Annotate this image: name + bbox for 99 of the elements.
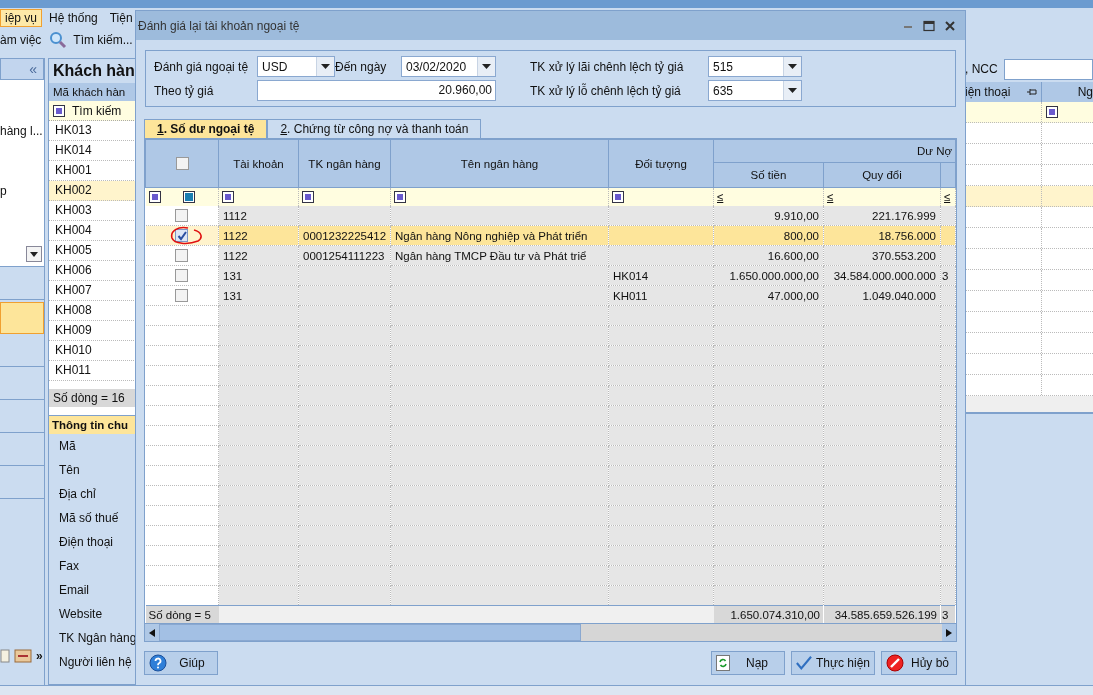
field-label: , NCC — [965, 62, 998, 76]
section-title: Thông tin chu — [49, 416, 136, 434]
field-label: TK xử lý lỗ chênh lệch tỷ giá — [530, 83, 682, 98]
column-group-header: Dư Nợ — [713, 139, 956, 163]
column-header[interactable]: Tài khoản — [218, 139, 299, 188]
search-toolbar-button[interactable]: Tìm kiếm... — [49, 31, 133, 49]
page-icon — [0, 649, 10, 663]
refresh-icon — [716, 655, 730, 671]
caret-icon — [321, 64, 330, 69]
card-icon — [14, 649, 32, 663]
field-label: TK xử lý lãi chênh lệch tỷ giá — [530, 59, 685, 74]
field-label: Tên — [58, 462, 81, 479]
field-label: Mã số thuế — [58, 510, 120, 527]
window-title: Đánh giá lại tài khoản ngoại tệ — [138, 18, 301, 33]
column-header[interactable]: Ng — [1042, 82, 1093, 102]
help-icon — [149, 654, 167, 672]
search-icon — [49, 31, 68, 49]
filter-icon[interactable] — [182, 191, 195, 203]
total-cell: 1.650.074.310,00 — [713, 605, 824, 623]
column-header[interactable]: TK ngân hàng — [298, 139, 391, 188]
table-cell: 221.176.999 — [823, 206, 941, 226]
table-cell: KH011 — [608, 285, 714, 306]
checkmark-icon — [796, 655, 812, 671]
maximize-icon[interactable] — [923, 19, 935, 32]
column-header[interactable]: Đối tượng — [608, 139, 714, 188]
filter-icon[interactable] — [53, 104, 65, 117]
row-checkbox[interactable] — [175, 289, 189, 303]
table-cell: HK014 — [608, 265, 714, 286]
column-header[interactable]: Số tiền — [713, 162, 824, 188]
table-cell: 9.910,00 — [713, 206, 824, 226]
total-cell: 34.585.659.526.199 — [823, 605, 941, 623]
filter-icon[interactable] — [148, 191, 161, 203]
filter-icon[interactable] — [1046, 106, 1058, 118]
table-cell: 34.584.000.000.000 — [823, 265, 941, 286]
horizontal-scrollbar[interactable] — [145, 623, 956, 641]
table-cell: 18.756.000 — [823, 225, 941, 246]
column-header[interactable]: Tên ngân hàng — [390, 139, 609, 188]
panel-title: Khách hàn — [49, 59, 136, 83]
field-label: Đến ngày — [335, 59, 388, 74]
caret-icon — [30, 251, 38, 257]
field-label: Mã — [58, 438, 77, 455]
field-label: Người liên hệ — [58, 654, 133, 671]
rate-input[interactable]: 20.960,00 — [257, 80, 496, 101]
table-cell: 1112 — [218, 206, 299, 226]
currency-dropdown[interactable]: USD — [257, 56, 335, 77]
help-button[interactable]: Giúp — [144, 651, 218, 675]
row-checkbox[interactable] — [175, 229, 189, 243]
tab[interactable]: 1. Số dư ngoại tệ — [144, 119, 268, 138]
list-item[interactable]: p — [0, 184, 7, 198]
account-dropdown[interactable]: 515 — [708, 56, 802, 77]
scroll-right-icon[interactable] — [946, 628, 952, 637]
row-count: Số dòng = 16 — [49, 389, 136, 407]
menu-item[interactable]: iệp vụ — [0, 9, 43, 27]
tab[interactable]: 2. Chứng từ công nợ và thanh toán — [267, 119, 482, 138]
filter-operator[interactable]: ≤ — [717, 191, 724, 203]
field-label: Email — [58, 582, 90, 599]
caret-icon — [482, 64, 491, 69]
select-all-checkbox[interactable] — [175, 157, 189, 171]
menu-item[interactable]: Tiện — [104, 9, 138, 27]
filter-icon[interactable] — [222, 191, 234, 204]
row-count: Số dòng = 5 — [145, 605, 219, 623]
table-cell: 370.553.200 — [823, 245, 941, 266]
row-checkbox[interactable] — [175, 209, 189, 223]
nav-item[interactable] — [0, 302, 44, 334]
reload-button[interactable]: Nạp — [711, 651, 785, 675]
field-label: Website — [58, 606, 104, 623]
filter-icon[interactable] — [394, 191, 406, 204]
field-label: Địa chỉ — [58, 486, 97, 503]
more-button[interactable]: » — [36, 649, 43, 663]
list-item[interactable]: hàng l... — [0, 124, 43, 138]
field-label: Điện thoại — [58, 534, 115, 551]
date-picker[interactable]: 03/02/2020 — [401, 56, 496, 77]
column-header[interactable]: Quy đổi — [823, 162, 941, 188]
collapse-button[interactable]: « — [29, 61, 37, 77]
dropdown-button[interactable] — [26, 246, 42, 262]
filter-operator[interactable]: ≤ — [827, 191, 834, 203]
column-header[interactable]: Mã khách hàn — [49, 83, 136, 101]
table-cell: 1.049.040.000 — [823, 285, 941, 306]
filter-icon[interactable] — [612, 191, 624, 204]
field-label: Theo tỷ giá — [154, 83, 215, 98]
field-label: Đánh giá ngoại tệ — [154, 59, 250, 74]
execute-button[interactable]: Thực hiện — [791, 651, 875, 675]
cancel-icon — [886, 654, 904, 672]
field-label: Fax — [58, 558, 80, 575]
menu-item[interactable]: Hệ thống — [44, 9, 103, 27]
row-checkbox[interactable] — [175, 249, 189, 263]
row-checkbox[interactable] — [175, 269, 189, 283]
caret-icon — [788, 88, 797, 93]
input-field[interactable] — [1003, 58, 1093, 80]
table-row[interactable]: KH002 — [49, 181, 136, 201]
close-icon[interactable] — [944, 19, 956, 32]
scroll-left-icon[interactable] — [149, 628, 155, 637]
cancel-button[interactable]: Hủy bỏ — [881, 651, 957, 675]
toolbar-item[interactable]: àm việc — [0, 33, 42, 47]
filter-icon[interactable] — [302, 191, 314, 204]
account-dropdown[interactable]: 635 — [708, 80, 802, 101]
caret-icon — [788, 64, 797, 69]
scrollbar-thumb[interactable] — [159, 624, 581, 641]
pin-icon[interactable] — [1027, 88, 1037, 96]
